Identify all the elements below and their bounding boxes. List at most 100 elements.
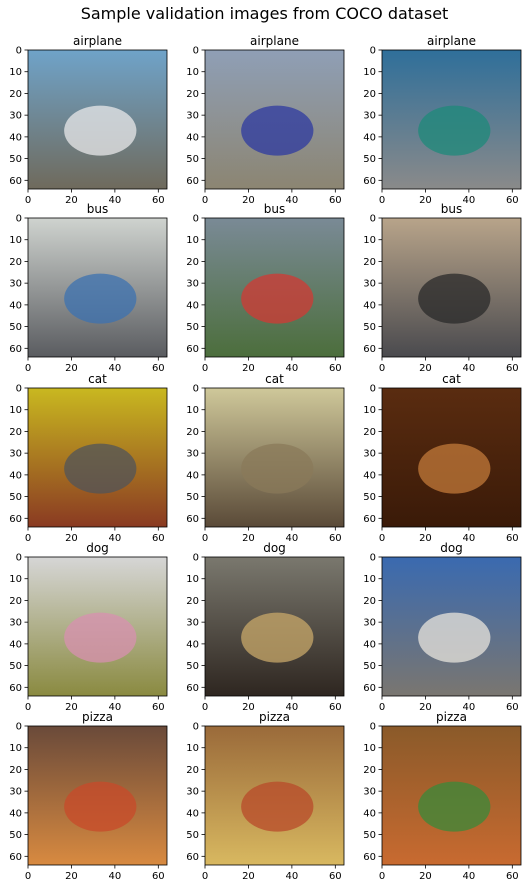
image-subject-15 <box>418 781 491 832</box>
y-tick-label: 30 <box>186 449 199 460</box>
y-tick-label: 60 <box>363 683 376 694</box>
y-tick-label: 50 <box>9 154 22 165</box>
y-tick-label: 50 <box>363 322 376 333</box>
x-tick-label: 0 <box>25 871 31 882</box>
y-tick-label: 30 <box>363 787 376 798</box>
y-tick-label: 30 <box>363 449 376 460</box>
x-tick-label: 60 <box>152 195 165 206</box>
y-tick-label: 10 <box>9 743 22 754</box>
subplot-title: cat <box>442 372 461 386</box>
y-tick-label: 0 <box>193 722 199 733</box>
subplot-10: dog0 20 40 600102030405060 <box>9 541 168 713</box>
x-tick-label: 0 <box>379 533 385 544</box>
subplot-6: bus0 20 40 600102030405060 <box>363 202 522 374</box>
y-tick-label: 50 <box>186 830 199 841</box>
x-tick-label: 20 <box>65 871 78 882</box>
x-tick-label: 40 <box>109 195 122 206</box>
image-subject-5 <box>241 273 314 324</box>
image-subject-3 <box>418 105 491 156</box>
y-tick-label: 20 <box>9 765 22 776</box>
y-tick-label: 50 <box>186 322 199 333</box>
y-tick-label: 10 <box>9 405 22 416</box>
image-subject-14 <box>241 781 314 832</box>
x-tick-label: 60 <box>506 363 519 374</box>
y-tick-label: 10 <box>9 67 22 78</box>
subplot-7: cat0 20 40 600102030405060 <box>9 372 168 544</box>
x-tick-label: 20 <box>419 702 432 713</box>
x-tick-label: 20 <box>242 702 255 713</box>
x-tick-label: 20 <box>65 533 78 544</box>
y-tick-label: 20 <box>363 765 376 776</box>
y-tick-label: 30 <box>363 111 376 122</box>
y-tick-label: 60 <box>186 514 199 525</box>
subplot-12: dog0 20 40 600102030405060 <box>363 541 522 713</box>
y-tick-label: 0 <box>193 214 199 225</box>
x-tick-label: 0 <box>25 195 31 206</box>
y-tick-label: 30 <box>9 618 22 629</box>
x-tick-label: 60 <box>152 363 165 374</box>
subplot-title: airplane <box>427 34 476 48</box>
image-subject-10 <box>64 612 137 663</box>
subplot-title: airplane <box>250 34 299 48</box>
subplot-1: airplane0 20 40 600102030405060 <box>9 34 168 206</box>
subplot-5: bus0 20 40 600102030405060 <box>186 202 345 374</box>
subplot-title: bus <box>441 202 462 216</box>
y-tick-label: 60 <box>363 176 376 187</box>
y-tick-label: 10 <box>186 743 199 754</box>
image-subject-6 <box>418 273 491 324</box>
x-tick-label: 20 <box>65 363 78 374</box>
x-tick-label: 60 <box>329 871 342 882</box>
y-tick-label: 0 <box>16 46 22 57</box>
x-tick-label: 60 <box>152 871 165 882</box>
y-tick-label: 0 <box>193 553 199 564</box>
y-tick-label: 20 <box>186 257 199 268</box>
x-tick-label: 40 <box>286 195 299 206</box>
y-tick-label: 60 <box>9 683 22 694</box>
y-tick-label: 10 <box>363 235 376 246</box>
x-tick-label: 40 <box>286 871 299 882</box>
y-tick-label: 20 <box>363 257 376 268</box>
y-tick-label: 20 <box>9 89 22 100</box>
image-subject-4 <box>64 273 137 324</box>
y-tick-label: 50 <box>363 830 376 841</box>
x-tick-label: 40 <box>109 533 122 544</box>
y-tick-label: 20 <box>363 596 376 607</box>
y-tick-label: 30 <box>186 787 199 798</box>
x-tick-label: 40 <box>463 363 476 374</box>
subplot-title: dog <box>263 541 286 555</box>
subplot-9: cat0 20 40 600102030405060 <box>363 372 522 544</box>
image-subject-2 <box>241 105 314 156</box>
x-tick-label: 60 <box>506 702 519 713</box>
x-tick-label: 60 <box>506 533 519 544</box>
x-tick-label: 20 <box>242 195 255 206</box>
x-tick-label: 60 <box>329 363 342 374</box>
y-tick-label: 40 <box>363 132 376 143</box>
y-tick-label: 0 <box>370 722 376 733</box>
subplot-title: bus <box>87 202 108 216</box>
y-tick-label: 30 <box>9 449 22 460</box>
image-grid-figure: airplane0 20 40 600102030405060airplane0 20 4… <box>9 34 522 882</box>
y-tick-label: 30 <box>186 618 199 629</box>
image-subject-12 <box>418 612 491 663</box>
image-subject-11 <box>241 612 314 663</box>
y-tick-label: 40 <box>9 470 22 481</box>
x-tick-label: 20 <box>242 871 255 882</box>
y-tick-label: 0 <box>370 214 376 225</box>
x-tick-label: 60 <box>329 702 342 713</box>
y-tick-label: 30 <box>363 279 376 290</box>
x-tick-label: 20 <box>65 702 78 713</box>
x-tick-label: 20 <box>65 195 78 206</box>
y-tick-label: 30 <box>9 279 22 290</box>
x-tick-label: 0 <box>202 702 208 713</box>
x-tick-label: 0 <box>379 871 385 882</box>
x-tick-label: 0 <box>202 533 208 544</box>
y-tick-label: 20 <box>186 596 199 607</box>
y-tick-label: 0 <box>16 722 22 733</box>
subplot-14: pizza0 20 40 600102030405060 <box>186 710 345 882</box>
x-tick-label: 0 <box>25 702 31 713</box>
subplot-title: cat <box>265 372 284 386</box>
y-tick-label: 40 <box>363 300 376 311</box>
y-tick-label: 10 <box>186 67 199 78</box>
x-tick-label: 40 <box>463 195 476 206</box>
y-tick-label: 10 <box>363 574 376 585</box>
